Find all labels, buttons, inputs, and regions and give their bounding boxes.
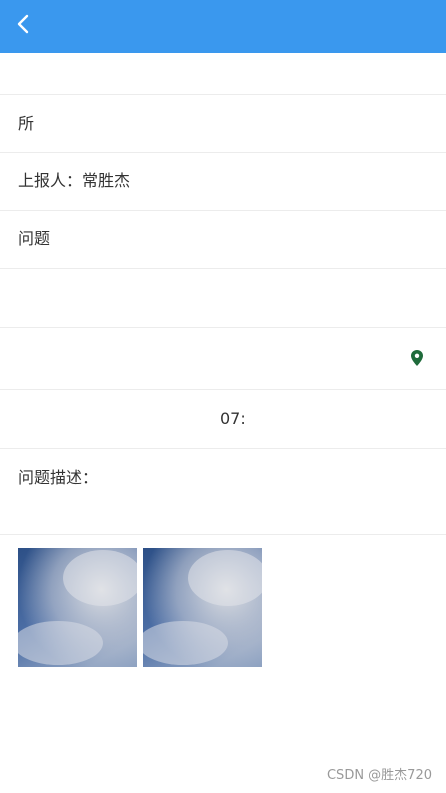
description-label: 问题描述： xyxy=(18,468,99,487)
page: 所 上报人：常胜杰 问题 07: 问题描述： CSDN @胜杰720 xyxy=(0,0,446,793)
detail-list: 所 上报人：常胜杰 问题 07: 问题描述： xyxy=(0,53,446,535)
detail-row: 所 xyxy=(0,95,446,153)
app-header xyxy=(0,0,446,53)
photo-thumbnail[interactable] xyxy=(143,548,262,667)
watermark: CSDN @胜杰720 xyxy=(326,768,432,783)
detail-row-description: 问题描述： xyxy=(0,449,446,535)
photo-thumbnail[interactable] xyxy=(18,548,137,667)
detail-row-label: 问题 xyxy=(18,229,51,248)
time-label: 07: xyxy=(220,409,246,428)
detail-row-time: 07: xyxy=(0,390,446,449)
sky-photo-image xyxy=(143,548,262,667)
detail-row: 问题 xyxy=(0,211,446,269)
sky-photo-image xyxy=(18,548,137,667)
detail-row-label: 所 xyxy=(18,114,35,133)
location-pin-icon[interactable] xyxy=(410,349,424,367)
reporter-label: 上报人：常胜杰 xyxy=(18,171,131,190)
detail-row xyxy=(0,269,446,328)
chevron-left-icon xyxy=(17,14,29,34)
detail-row-reporter: 上报人：常胜杰 xyxy=(0,153,446,211)
photo-gallery xyxy=(18,548,262,667)
detail-row-location xyxy=(0,328,446,390)
detail-row xyxy=(0,53,446,95)
back-button[interactable] xyxy=(10,10,38,38)
